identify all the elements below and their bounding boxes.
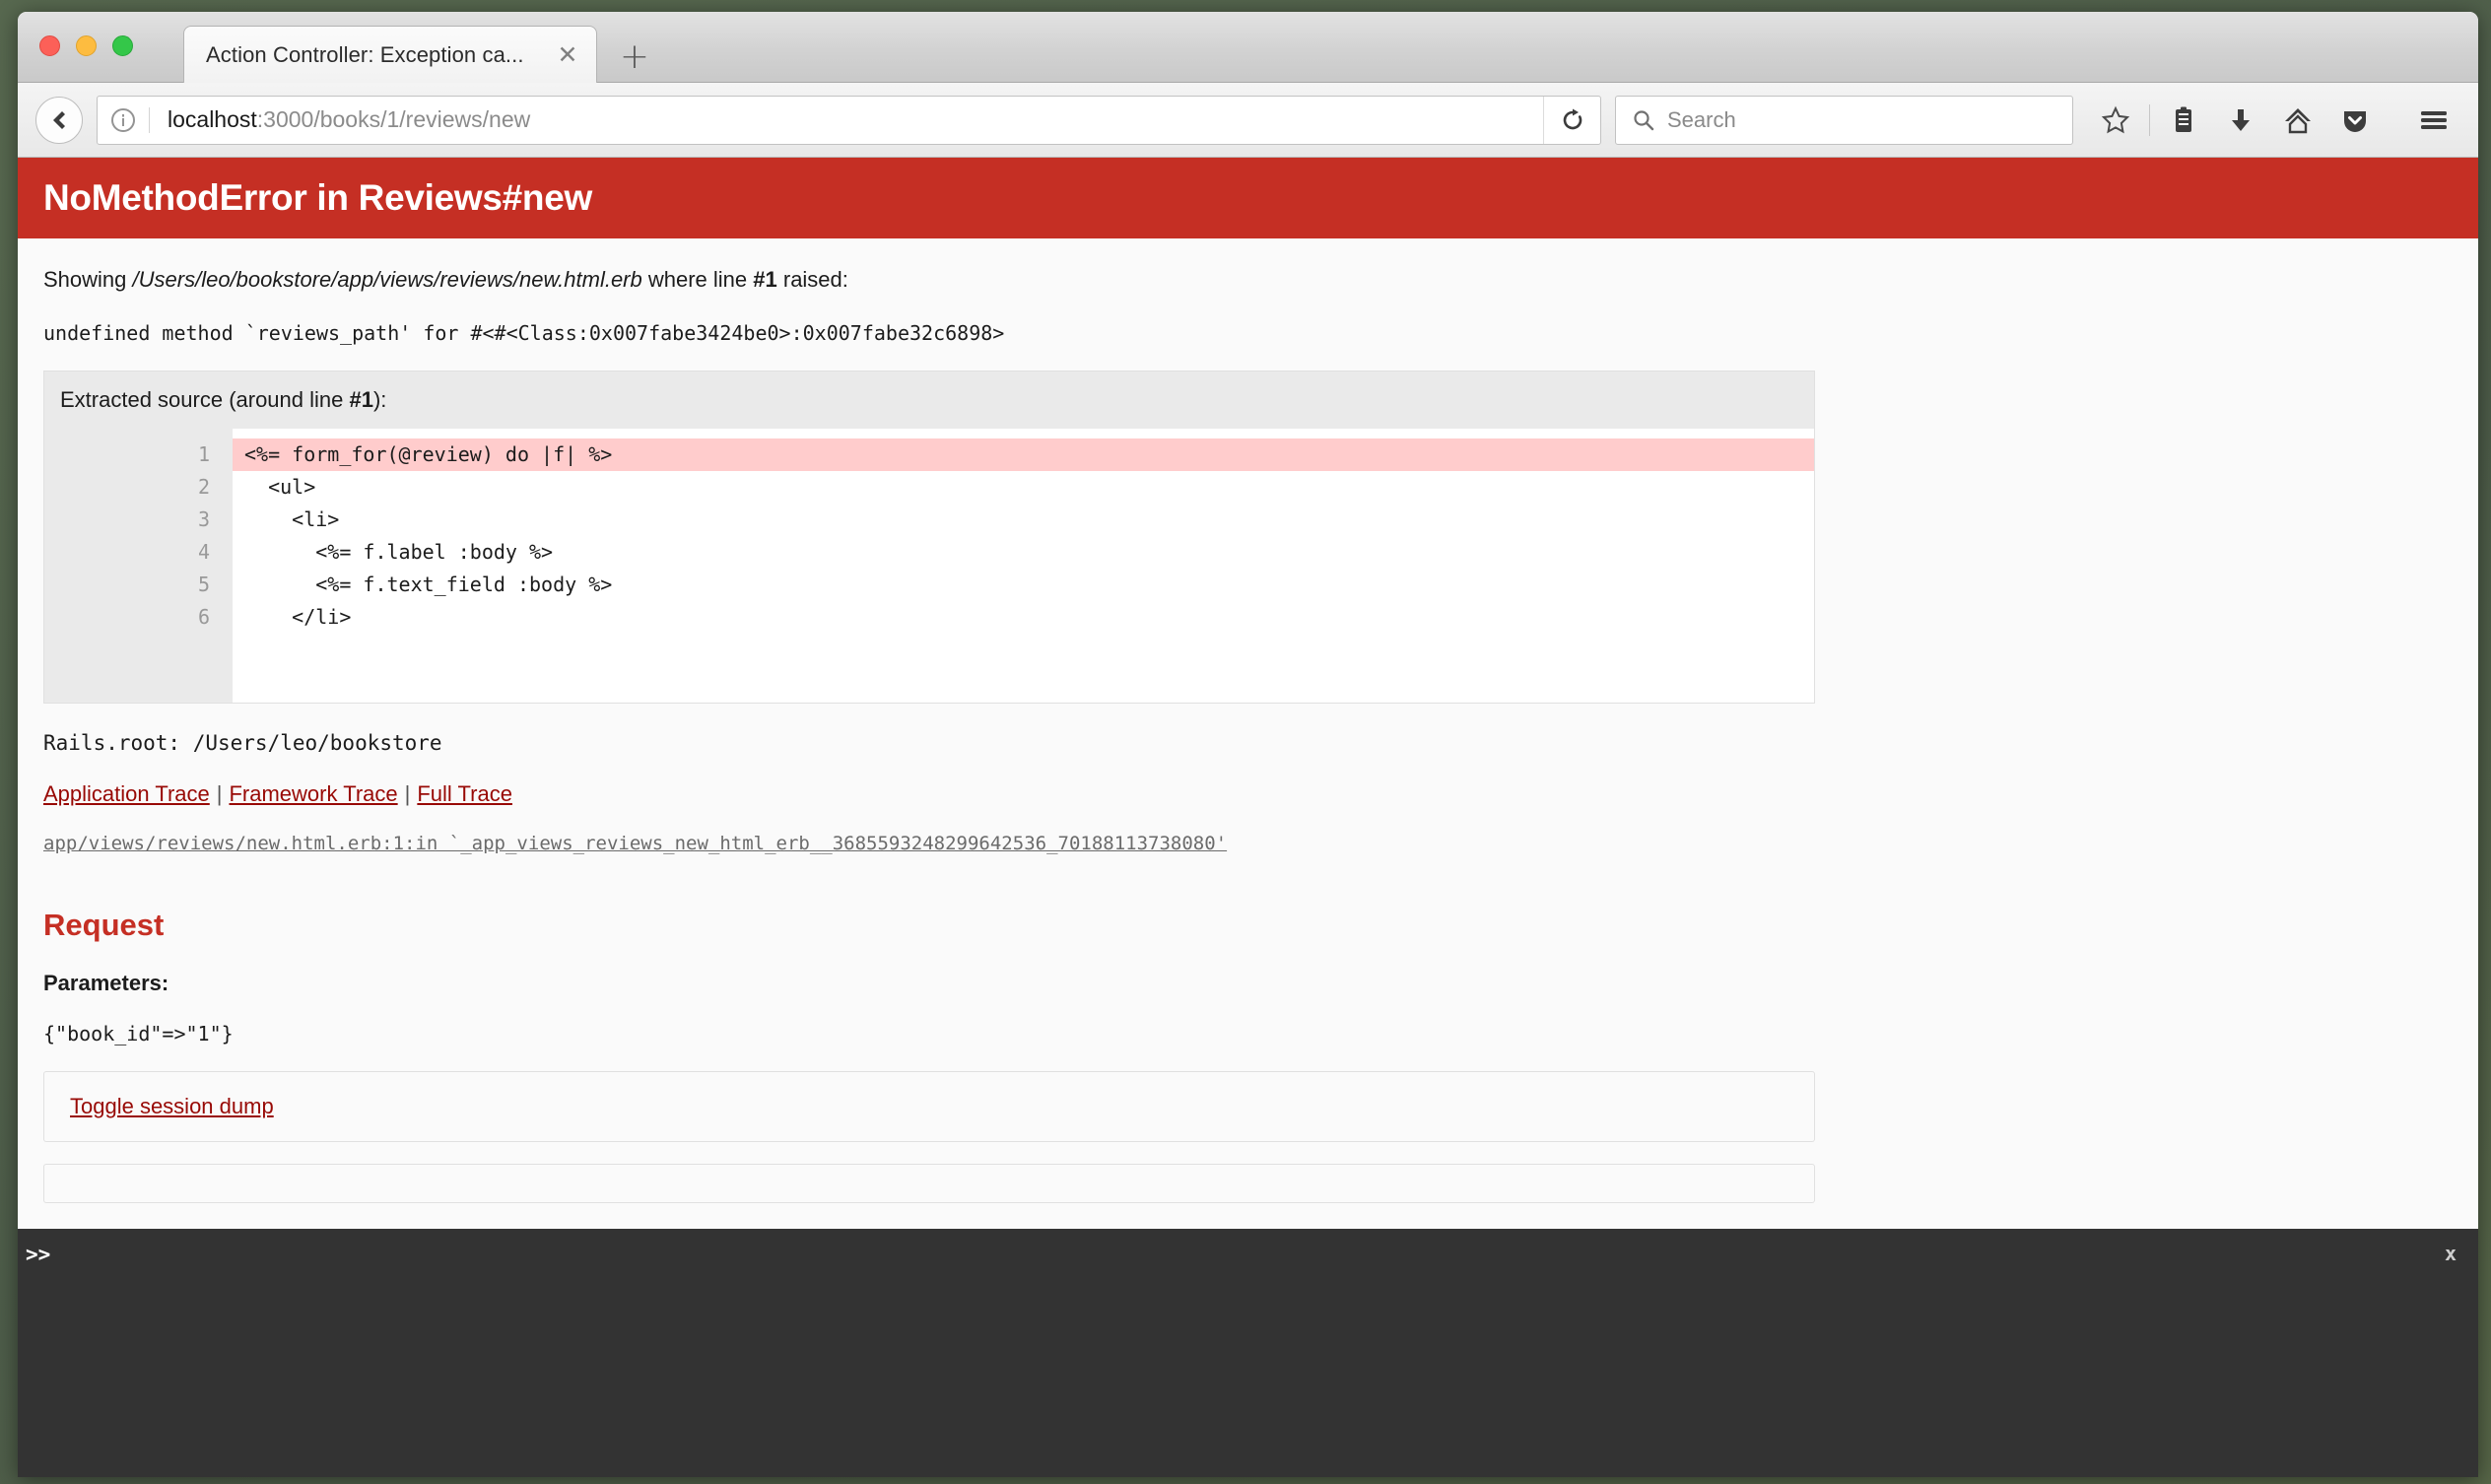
home-button[interactable] (2271, 96, 2324, 145)
trace-separator: | (404, 781, 411, 806)
back-arrow-icon (53, 110, 65, 129)
hamburger-menu-icon (2421, 110, 2447, 129)
source-line: <%= f.label :body %> (244, 540, 554, 564)
pocket-icon (2344, 110, 2366, 132)
library-button[interactable] (2157, 96, 2210, 145)
line-number: 4 (197, 540, 210, 564)
showing-prefix: Showing (43, 267, 133, 292)
framework-trace-link[interactable]: Framework Trace (229, 781, 397, 806)
console-prompt: >> (26, 1243, 51, 1266)
maximize-window-button[interactable] (112, 35, 133, 56)
parameters-label: Parameters: (43, 971, 169, 995)
extracted-source-heading: Extracted source (around line #1): (44, 371, 1814, 429)
request-heading: Request (43, 908, 165, 942)
browser-window: Action Controller: Exception ca... ✕ + l… (18, 12, 2478, 1477)
extracted-suffix: ): (372, 387, 387, 412)
line-number-gutter: 1 2 3 4 5 6 (44, 429, 232, 703)
source-line: <%= f.text_field :body %> (244, 573, 613, 596)
showing-line: Showing /Users/leo/bookstore/app/views/r… (43, 267, 1791, 293)
reload-icon (1563, 108, 1582, 129)
trace-separator: | (216, 781, 223, 806)
window-controls (39, 35, 133, 56)
page-info-icon[interactable] (98, 106, 149, 134)
source-line: </li> (244, 605, 352, 629)
source-line: <li> (244, 507, 340, 531)
error-banner: NoMethodError in Reviews#new (18, 158, 2478, 238)
browser-tab[interactable]: Action Controller: Exception ca... ✕ (183, 26, 597, 83)
search-input[interactable]: Search (1667, 107, 1736, 133)
toggle-session-dump-link[interactable]: Toggle session dump (70, 1094, 274, 1118)
stack-trace-line: app/views/reviews/new.html.erb:1:in `_ap… (43, 833, 1228, 854)
search-box[interactable]: Search (1615, 95, 2073, 145)
tab-strip: Action Controller: Exception ca... ✕ + (18, 12, 2478, 83)
close-tab-icon[interactable]: ✕ (555, 42, 580, 68)
source-line: <%= form_for(@review) do |f| %> (233, 438, 1814, 471)
close-window-button[interactable] (39, 35, 60, 56)
bookmark-button[interactable] (2089, 96, 2142, 145)
full-trace-link[interactable]: Full Trace (417, 781, 512, 806)
toolbar-icons (2089, 96, 2460, 145)
home-icon (2285, 107, 2311, 133)
library-icon (2176, 106, 2191, 132)
new-tab-icon[interactable]: + (617, 39, 652, 75)
menu-button[interactable] (2407, 96, 2460, 145)
pocket-button[interactable] (2328, 96, 2382, 145)
showing-line-number: #1 (753, 267, 777, 292)
source-body: 1 2 3 4 5 6 <%= form_for(@review) do |f|… (44, 429, 1814, 703)
tab-title: Action Controller: Exception ca... (206, 41, 524, 67)
minimize-window-button[interactable] (76, 35, 97, 56)
trace-links: Application Trace | Framework Trace | Full T… (43, 781, 1791, 807)
parameters-value: {"book_id"=>"1"} (43, 1022, 234, 1046)
toolbar-divider (2149, 103, 2150, 136)
line-number: 6 (197, 605, 210, 629)
url-host: localhost (168, 106, 257, 132)
downloads-button[interactable] (2214, 96, 2267, 145)
extracted-line-number: #1 (349, 387, 373, 412)
line-number: 5 (197, 573, 210, 596)
reload-button[interactable] (1543, 96, 1600, 144)
navigation-toolbar: localhost:3000/books/1/reviews/new Searc… (18, 83, 2478, 158)
web-console[interactable]: >> x (18, 1229, 2478, 1477)
line-number: 1 (197, 442, 210, 466)
error-page-content: Showing /Users/leo/bookstore/app/views/r… (18, 267, 1815, 1203)
line-number: 2 (197, 475, 210, 499)
close-console-icon[interactable]: x (2445, 1242, 2457, 1265)
showing-suffix: raised: (776, 267, 848, 292)
extracted-prefix: Extracted source (around line (60, 387, 350, 412)
search-icon (1634, 109, 1654, 130)
url-bar[interactable]: localhost:3000/books/1/reviews/new (97, 95, 1601, 145)
url-path: :3000/books/1/reviews/new (256, 106, 531, 132)
back-button[interactable] (35, 96, 83, 144)
extracted-source-box: Extracted source (around line #1): 1 2 3… (43, 371, 1815, 704)
error-title: NoMethodError in Reviews#new (43, 177, 592, 218)
showing-middle: where line (641, 267, 754, 292)
url-text: localhost:3000/books/1/reviews/new (150, 106, 1543, 133)
application-trace-link[interactable]: Application Trace (43, 781, 210, 806)
line-number: 3 (197, 507, 210, 531)
error-message: undefined method `reviews_path' for #<#<… (43, 321, 1005, 345)
page-viewport: NoMethodError in Reviews#new Showing /Us… (18, 158, 2478, 1477)
session-dump-panel: Toggle session dump (43, 1071, 1815, 1142)
rails-root: Rails.root: /Users/leo/bookstore (43, 731, 442, 755)
source-code-column: <%= form_for(@review) do |f| %> <ul> <li… (232, 429, 1814, 703)
download-icon (2232, 108, 2250, 131)
env-dump-panel[interactable] (43, 1164, 1815, 1203)
showing-file-path: /Users/leo/bookstore/app/views/reviews/n… (132, 267, 642, 292)
desktop-background: Action Controller: Exception ca... ✕ + l… (0, 0, 2491, 1484)
star-icon (2101, 105, 2130, 133)
source-line: <ul> (244, 475, 316, 499)
